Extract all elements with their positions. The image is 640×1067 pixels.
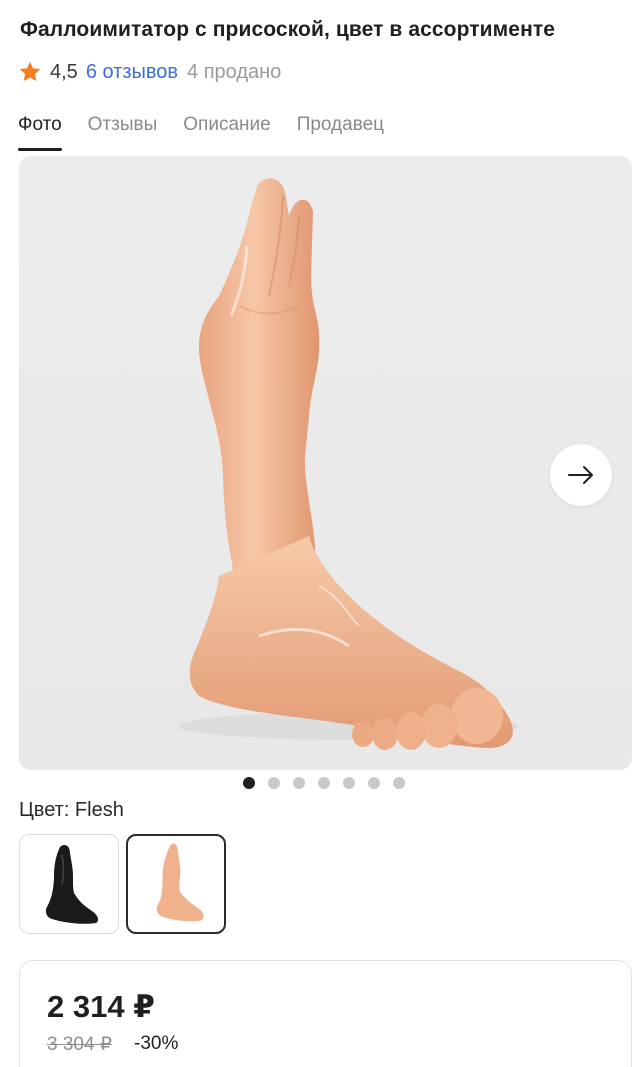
pagination-dot[interactable] [343,777,355,789]
pagination-dot[interactable] [268,777,280,789]
star-icon [19,61,41,82]
tab-seller[interactable]: Продавец [297,114,384,151]
black-variant-thumbnail [45,845,99,924]
product-image [179,178,519,750]
price-card: 2 314 ₽ 3 304 ₽ -30% [19,960,632,1067]
tab-reviews[interactable]: Отзывы [88,114,158,151]
color-label: Цвет: Flesh [19,799,124,821]
next-image-button[interactable] [550,444,612,506]
tab-description[interactable]: Описание [183,114,270,151]
reviews-link[interactable]: 6 отзывов [86,61,178,84]
pagination-dot[interactable] [293,777,305,789]
pagination-dot[interactable] [243,777,255,789]
current-price: 2 314 ₽ [47,989,155,1024]
color-option-black[interactable] [19,834,119,934]
gallery-pagination [243,777,418,789]
pagination-dot[interactable] [318,777,330,789]
color-option-flesh[interactable] [126,834,226,934]
product-image-gallery[interactable] [19,156,632,770]
pagination-dot[interactable] [393,777,405,789]
sold-count: 4 продано [187,60,282,83]
tab-photo[interactable]: Фото [18,114,62,151]
product-tabs: Фото Отзывы Описание Продавец [18,114,410,151]
discount-badge: -30% [134,1033,179,1054]
rating-row: 4,5 6 отзывов 4 продано [18,58,281,86]
old-price: 3 304 ₽ [47,1034,112,1055]
flesh-variant-thumbnail [156,843,204,922]
product-title: Фаллоимитатор с присоской, цвет в ассорт… [20,18,556,41]
arrow-right-icon [568,466,593,484]
rating-value: 4,5 [50,60,78,83]
pagination-dot[interactable] [368,777,380,789]
